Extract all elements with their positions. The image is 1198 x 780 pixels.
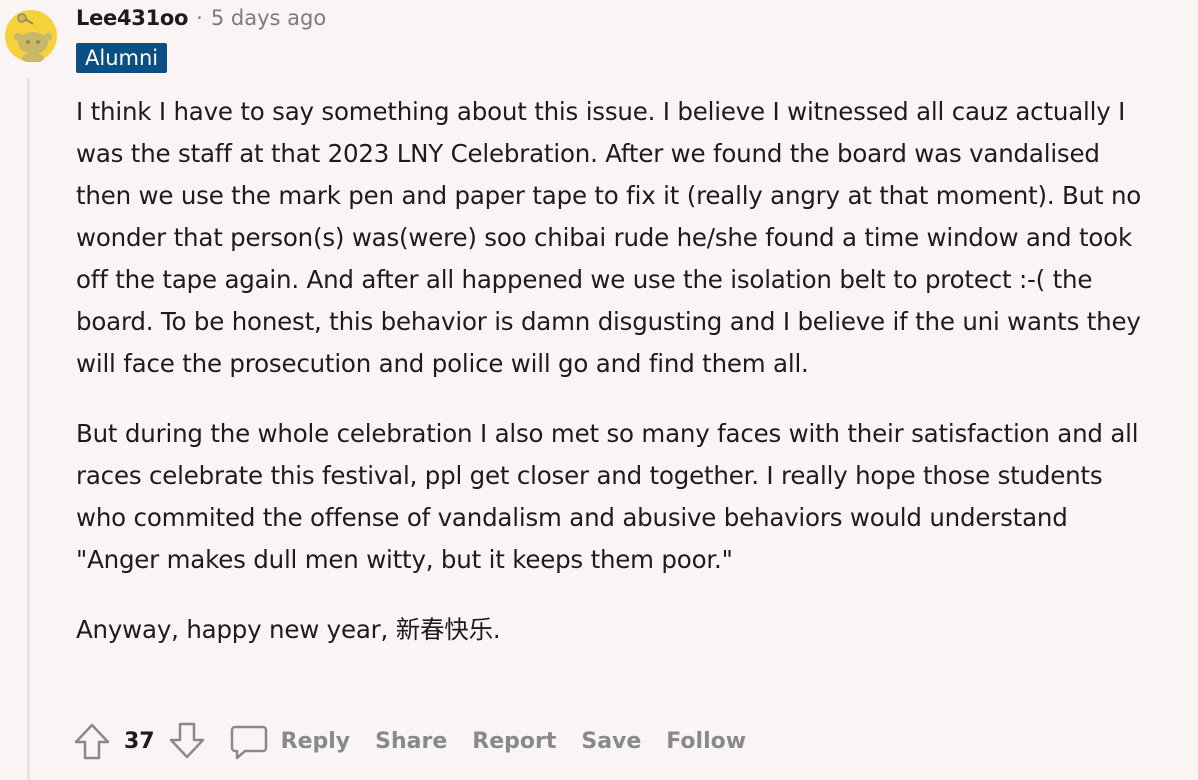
comment-actions: 37 Reply Share Report Save Follow xyxy=(72,717,771,765)
separator-dot: · xyxy=(196,6,203,30)
timestamp[interactable]: 5 days ago xyxy=(211,6,326,30)
downvote-arrow-icon[interactable] xyxy=(167,721,207,761)
reply-button[interactable]: Reply xyxy=(229,721,351,761)
vote-score: 37 xyxy=(124,728,155,754)
report-button[interactable]: Report xyxy=(472,729,556,754)
comment-header: Lee431oo · 5 days ago xyxy=(76,4,326,32)
username[interactable]: Lee431oo xyxy=(76,6,188,30)
speech-bubble-icon xyxy=(229,721,269,761)
comment-paragraph: I think I have to say something about th… xyxy=(76,97,1142,378)
snoo-avatar-icon[interactable] xyxy=(5,10,57,63)
save-button[interactable]: Save xyxy=(581,729,641,754)
upvote-arrow-icon[interactable] xyxy=(72,721,112,761)
thread-line[interactable] xyxy=(27,78,30,780)
share-button[interactable]: Share xyxy=(375,729,447,754)
comment-paragraph: Anyway, happy new year, 新春快乐. xyxy=(76,615,501,644)
comment-paragraph: But during the whole celebration I also … xyxy=(76,419,1139,574)
comment-body: I think I have to say something about th… xyxy=(76,91,1156,679)
user-flair: Alumni xyxy=(76,43,168,73)
follow-button[interactable]: Follow xyxy=(666,729,746,754)
reply-label: Reply xyxy=(280,728,351,754)
